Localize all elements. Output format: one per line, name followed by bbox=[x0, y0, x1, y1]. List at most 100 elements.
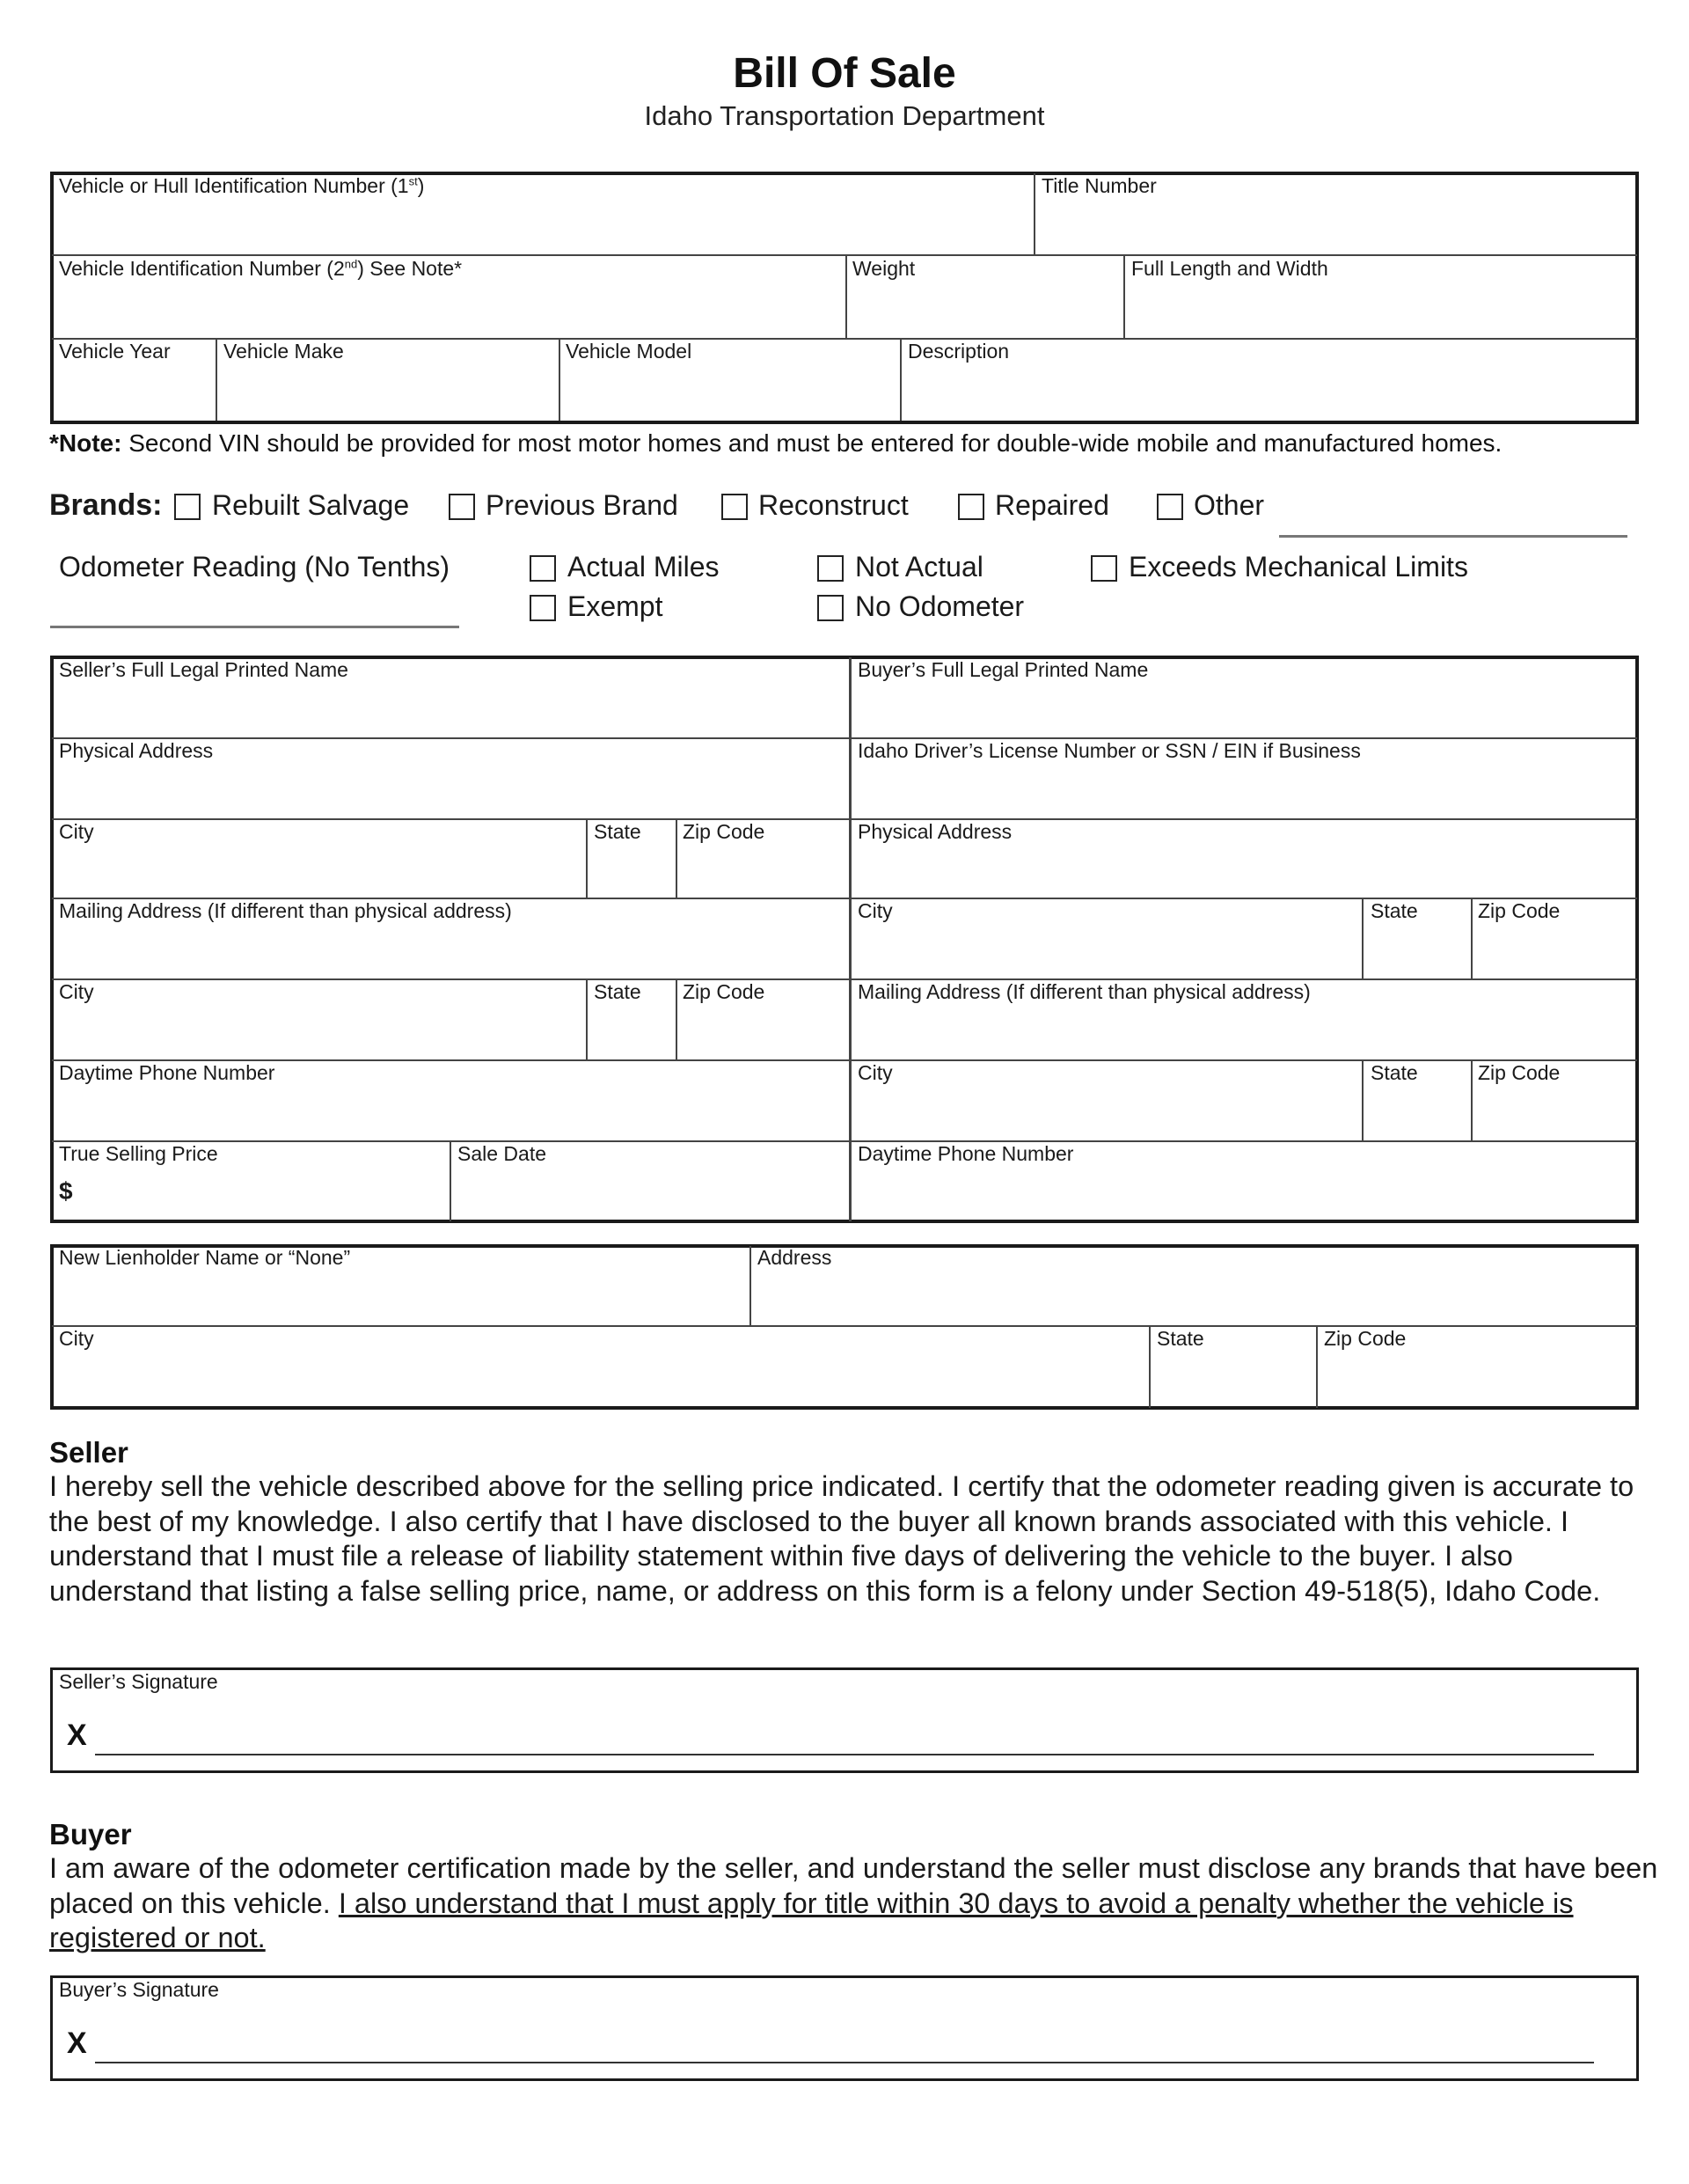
lienholder-state-field[interactable] bbox=[1153, 1355, 1315, 1406]
divider bbox=[1123, 256, 1125, 338]
divider bbox=[1471, 899, 1473, 978]
brand-label-reconstruct: Reconstruct bbox=[758, 489, 909, 521]
seller-city-field[interactable] bbox=[55, 848, 584, 896]
buyer-phone-field[interactable] bbox=[854, 1170, 1637, 1220]
dollar-sign: $ bbox=[59, 1177, 73, 1205]
buyer-mailing-state-label: State bbox=[1371, 1061, 1418, 1084]
seller-physical-address-field[interactable] bbox=[55, 767, 848, 817]
seller-mailing-city-label: City bbox=[59, 980, 94, 1003]
buyer-state-field[interactable] bbox=[1366, 927, 1470, 977]
checkbox-no-odometer[interactable] bbox=[817, 595, 844, 621]
divider bbox=[676, 980, 677, 1059]
divider bbox=[1316, 1327, 1318, 1408]
buyer-mailing-city-field[interactable] bbox=[854, 1089, 1361, 1139]
buyer-zip-field[interactable] bbox=[1475, 927, 1637, 977]
buyer-name-label: Buyer’s Full Legal Printed Name bbox=[858, 658, 1149, 681]
buyer-signature-field[interactable] bbox=[95, 2019, 1598, 2062]
lienholder-city-field[interactable] bbox=[55, 1355, 1147, 1406]
brand-label-repaired: Repaired bbox=[995, 489, 1109, 521]
buyer-license-field[interactable] bbox=[854, 767, 1637, 817]
checkbox-rebuilt-salvage[interactable] bbox=[174, 494, 201, 520]
vin2-field[interactable] bbox=[55, 286, 845, 336]
seller-mailing-zip-field[interactable] bbox=[680, 1008, 849, 1058]
buyer-city-label: City bbox=[858, 899, 893, 922]
seller-zip-field[interactable] bbox=[680, 848, 849, 896]
selling-price-field[interactable] bbox=[79, 1170, 449, 1220]
divider bbox=[849, 657, 852, 1221]
seller-heading: Seller bbox=[49, 1436, 128, 1469]
buyer-mailing-address-label: Mailing Address (If different than physi… bbox=[858, 980, 1311, 1003]
weight-field[interactable] bbox=[850, 286, 1122, 336]
checkbox-exceeds-mechanical-limits[interactable] bbox=[1091, 555, 1117, 582]
vehicle-model-field[interactable] bbox=[563, 368, 899, 419]
seller-mailing-state-label: State bbox=[594, 980, 641, 1003]
seller-signature-field[interactable] bbox=[95, 1711, 1598, 1754]
title-number-label: Title Number bbox=[1042, 174, 1157, 197]
checkbox-actual-miles[interactable] bbox=[530, 555, 556, 582]
seller-state-field[interactable] bbox=[590, 848, 675, 896]
seller-mailing-city-field[interactable] bbox=[55, 1008, 584, 1058]
brands-label: Brands: bbox=[49, 488, 163, 522]
divider bbox=[586, 820, 588, 898]
checkbox-exempt[interactable] bbox=[530, 595, 556, 621]
weight-label: Weight bbox=[852, 257, 916, 280]
buyer-physical-address-field[interactable] bbox=[854, 848, 1637, 896]
buyer-mailing-state-field[interactable] bbox=[1366, 1089, 1470, 1139]
title-number-field[interactable] bbox=[1038, 202, 1638, 253]
odometer-line bbox=[50, 626, 459, 628]
vin2-label: Vehicle Identification Number (2nd) See … bbox=[59, 257, 462, 281]
divider bbox=[749, 1246, 751, 1325]
checkbox-previous-brand[interactable] bbox=[449, 494, 475, 520]
buyer-signature-line bbox=[95, 2062, 1594, 2063]
seller-mailing-state-field[interactable] bbox=[590, 1008, 675, 1058]
seller-mailing-address-field[interactable] bbox=[55, 927, 848, 977]
vehicle-make-label: Vehicle Make bbox=[223, 340, 344, 363]
odometer-label-exceeds: Exceeds Mechanical Limits bbox=[1129, 551, 1468, 583]
odometer-label: Odometer Reading (No Tenths) bbox=[59, 551, 450, 583]
seller-signature-label: Seller’s Signature bbox=[59, 1670, 218, 1693]
lienholder-address-field[interactable] bbox=[754, 1274, 1637, 1323]
seller-physical-address-label: Physical Address bbox=[59, 739, 214, 762]
buyer-state-label: State bbox=[1371, 899, 1418, 922]
divider bbox=[586, 980, 588, 1059]
brand-label-rebuilt-salvage: Rebuilt Salvage bbox=[212, 489, 410, 521]
vehicle-make-field[interactable] bbox=[220, 368, 558, 419]
other-brand-field[interactable] bbox=[1279, 502, 1631, 535]
seller-phone-field[interactable] bbox=[55, 1089, 848, 1139]
odometer-field[interactable] bbox=[50, 591, 463, 625]
buyer-city-field[interactable] bbox=[854, 927, 1361, 977]
divider bbox=[676, 820, 677, 898]
buyer-name-field[interactable] bbox=[854, 686, 1637, 736]
note-text: Second VIN should be provided for most m… bbox=[121, 429, 1503, 457]
sale-date-field[interactable] bbox=[454, 1170, 848, 1220]
vin1-label-text: Vehicle or Hull Identification Number (1 bbox=[59, 174, 409, 197]
vin1-field[interactable] bbox=[55, 202, 1033, 253]
divider bbox=[52, 254, 1637, 256]
lienholder-name-field[interactable] bbox=[55, 1274, 749, 1323]
divider bbox=[1362, 899, 1364, 978]
checkbox-other[interactable] bbox=[1157, 494, 1183, 520]
vin2-label-text: Vehicle Identification Number (2 bbox=[59, 257, 345, 280]
divider bbox=[52, 978, 1637, 980]
divider bbox=[52, 737, 1637, 739]
checkbox-reconstruct[interactable] bbox=[721, 494, 748, 520]
divider bbox=[1362, 1061, 1364, 1140]
buyer-mailing-zip-field[interactable] bbox=[1475, 1089, 1637, 1139]
vehicle-year-field[interactable] bbox=[55, 368, 215, 419]
description-label: Description bbox=[908, 340, 1010, 363]
buyer-mailing-address-field[interactable] bbox=[854, 1008, 1637, 1058]
seller-name-field[interactable] bbox=[55, 686, 848, 736]
divider bbox=[1034, 173, 1035, 254]
description-field[interactable] bbox=[904, 368, 1638, 419]
length-width-field[interactable] bbox=[1128, 286, 1638, 336]
note-asterisk: * bbox=[49, 429, 59, 457]
divider bbox=[52, 818, 1637, 820]
odometer-label-no-odometer: No Odometer bbox=[855, 590, 1025, 622]
checkbox-not-actual[interactable] bbox=[817, 555, 844, 582]
buyer-mailing-zip-label: Zip Code bbox=[1478, 1061, 1561, 1084]
vin1-label: Vehicle or Hull Identification Number (1… bbox=[59, 174, 424, 198]
seller-certification-text: I hereby sell the vehicle described abov… bbox=[49, 1470, 1634, 1607]
checkbox-repaired[interactable] bbox=[958, 494, 984, 520]
lienholder-zip-field[interactable] bbox=[1320, 1355, 1637, 1406]
divider bbox=[900, 340, 902, 421]
